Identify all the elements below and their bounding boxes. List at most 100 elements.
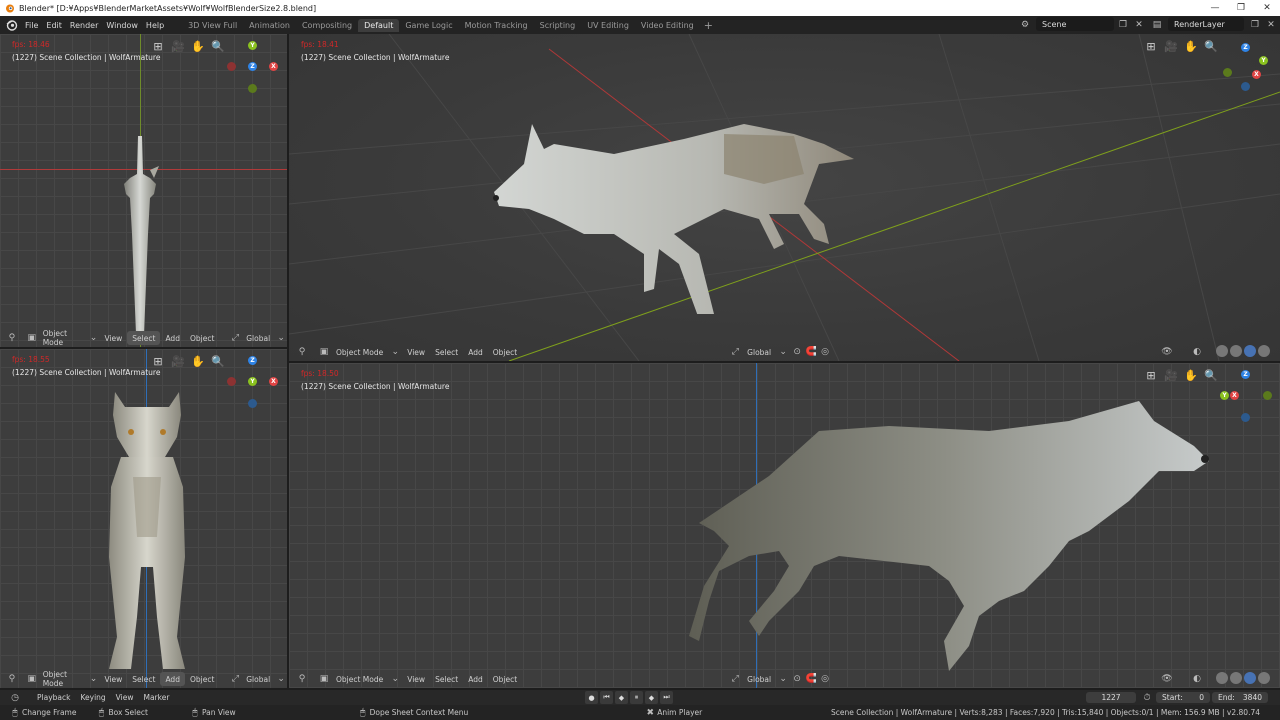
pan-hand-icon[interactable]: ✋ [190, 353, 206, 369]
add-menu[interactable]: Add [160, 331, 185, 345]
pause-icon[interactable]: ⏸ [630, 691, 643, 704]
tab-motion-tracking[interactable]: Motion Tracking [459, 19, 534, 32]
view-menu[interactable]: View [99, 331, 127, 345]
orientation-dropdown[interactable]: Global [742, 345, 776, 359]
editor-type-icon[interactable]: ⚲ [6, 672, 18, 686]
gizmo-neg-x[interactable] [227, 62, 236, 71]
jump-end-icon[interactable]: ⏭ [660, 691, 673, 704]
editor-type-icon[interactable]: ⚲ [6, 331, 18, 345]
view-menu[interactable]: View [402, 672, 430, 686]
add-menu[interactable]: Add [463, 672, 488, 686]
gizmo-x-axis[interactable]: X [1252, 70, 1261, 79]
view-menu[interactable]: View [402, 345, 430, 359]
select-menu[interactable]: Select [430, 672, 463, 686]
proportional-edit-icon[interactable]: ◎ [818, 345, 832, 359]
jump-keyframe-back-icon[interactable]: ◆ [615, 691, 628, 704]
zoom-icon[interactable]: 🔍 [1203, 367, 1219, 383]
remove-scene-icon[interactable]: ✕ [1132, 18, 1146, 32]
keying-menu[interactable]: Keying [75, 691, 110, 705]
minimize-button[interactable]: — [1202, 3, 1228, 13]
view-menu[interactable]: View [99, 672, 127, 686]
wireframe-shading-icon[interactable] [1216, 345, 1228, 357]
tab-animation[interactable]: Animation [243, 19, 296, 32]
tab-uv-editing[interactable]: UV Editing [581, 19, 635, 32]
gizmo-y-axis[interactable]: Y [248, 377, 257, 386]
rendered-shading-icon[interactable] [1258, 345, 1270, 357]
gizmo-x-axis[interactable]: X [269, 62, 278, 71]
gizmo-neg-y[interactable] [248, 84, 257, 93]
clock-icon[interactable]: ⏱ [1140, 691, 1154, 705]
navigation-gizmo[interactable]: Y Z X [227, 40, 278, 93]
tab-3d-view-full[interactable]: 3D View Full [182, 19, 243, 32]
toggle-camera-view-icon[interactable]: ⊞ [1143, 367, 1159, 383]
object-menu[interactable]: Object [488, 345, 522, 359]
jump-keyframe-forward-icon[interactable]: ◆ [645, 691, 658, 704]
end-frame-field[interactable]: End: 3840 [1212, 692, 1268, 703]
toggle-camera-view-icon[interactable]: ⊞ [150, 38, 166, 54]
gizmo-neg-z[interactable] [248, 399, 257, 408]
timeline-view-menu[interactable]: View [111, 691, 139, 705]
gizmo-y-axis[interactable]: Y [248, 41, 257, 50]
marker-menu[interactable]: Marker [138, 691, 174, 705]
tab-compositing[interactable]: Compositing [296, 19, 358, 32]
toggle-camera-view-icon[interactable]: ⊞ [1143, 38, 1159, 54]
pan-hand-icon[interactable]: ✋ [1183, 367, 1199, 383]
navigation-gizmo[interactable]: Z Y X [227, 355, 278, 408]
mode-dropdown[interactable]: Object Mode [38, 329, 88, 347]
gizmo-z-axis[interactable]: Z [1241, 43, 1250, 52]
editor-type-icon[interactable]: ⚲ [295, 672, 309, 686]
object-menu[interactable]: Object [185, 331, 219, 345]
gizmo-z-axis[interactable]: Z [1241, 370, 1250, 379]
new-scene-icon[interactable]: ❐ [1116, 18, 1130, 32]
orientation-dropdown[interactable]: Global [241, 672, 275, 686]
menu-file[interactable]: File [25, 21, 46, 30]
snap-icon[interactable]: 🧲 [804, 345, 818, 359]
object-menu[interactable]: Object [488, 672, 522, 686]
remove-layer-icon[interactable]: ✕ [1264, 18, 1278, 32]
camera-icon[interactable]: 🎥 [1163, 38, 1179, 54]
navigation-gizmo[interactable]: Z Y X [1219, 369, 1272, 422]
select-menu[interactable]: Select [127, 331, 161, 345]
menu-render[interactable]: Render [70, 21, 106, 30]
orientation-dropdown[interactable]: Global [241, 331, 275, 345]
gizmo-z-axis[interactable]: Z [248, 356, 257, 365]
render-layer-field[interactable]: RenderLayer [1168, 17, 1244, 31]
orientation-dropdown[interactable]: Global [742, 672, 776, 686]
menu-edit[interactable]: Edit [46, 21, 70, 30]
pan-hand-icon[interactable]: ✋ [1183, 38, 1199, 54]
visibility-icon[interactable]: 👁 [1160, 345, 1174, 359]
tab-default[interactable]: Default [358, 18, 400, 32]
view-layer-icon[interactable]: ▤ [1150, 18, 1164, 32]
add-menu[interactable]: Add [463, 345, 488, 359]
camera-icon[interactable]: 🎥 [1163, 367, 1179, 383]
mode-dropdown[interactable]: Object Mode [331, 672, 388, 686]
navigation-gizmo[interactable]: Z Y X [1219, 40, 1269, 91]
add-workspace-button[interactable]: + [700, 19, 717, 32]
wireframe-shading-icon[interactable] [1216, 672, 1228, 684]
gizmo-y-axis[interactable]: Y [1220, 391, 1229, 400]
playback-menu[interactable]: Playback [32, 691, 75, 705]
rendered-shading-icon[interactable] [1258, 672, 1270, 684]
mode-dropdown[interactable]: Object Mode [38, 670, 88, 688]
gizmo-neg-x[interactable] [227, 377, 236, 386]
gizmo-x-axis[interactable]: X [1230, 391, 1239, 400]
scene-selector-icon[interactable]: ⚙ [1018, 18, 1032, 32]
editor-type-icon[interactable]: ⚲ [295, 345, 309, 359]
new-layer-icon[interactable]: ❐ [1248, 18, 1262, 32]
maximize-button[interactable]: ❐ [1228, 3, 1254, 13]
blender-logo-icon[interactable] [5, 18, 19, 32]
pivot-point-icon[interactable]: ⊙ [790, 672, 804, 686]
toggle-camera-view-icon[interactable]: ⊞ [150, 353, 166, 369]
mode-dropdown[interactable]: Object Mode [331, 345, 388, 359]
record-icon[interactable]: ● [585, 691, 598, 704]
viewport-top-right[interactable]: fps: 18.41 (1227) Scene Collection | Wol… [289, 34, 1280, 361]
gizmo-neg-z[interactable] [1241, 82, 1250, 91]
pan-hand-icon[interactable]: ✋ [190, 38, 206, 54]
tab-game-logic[interactable]: Game Logic [399, 19, 458, 32]
current-frame-field[interactable]: 1227 [1086, 692, 1136, 703]
menu-window[interactable]: Window [106, 21, 146, 30]
select-menu[interactable]: Select [430, 345, 463, 359]
menu-help[interactable]: Help [146, 21, 172, 30]
camera-icon[interactable]: 🎥 [170, 38, 186, 54]
material-shading-icon[interactable] [1244, 672, 1256, 684]
